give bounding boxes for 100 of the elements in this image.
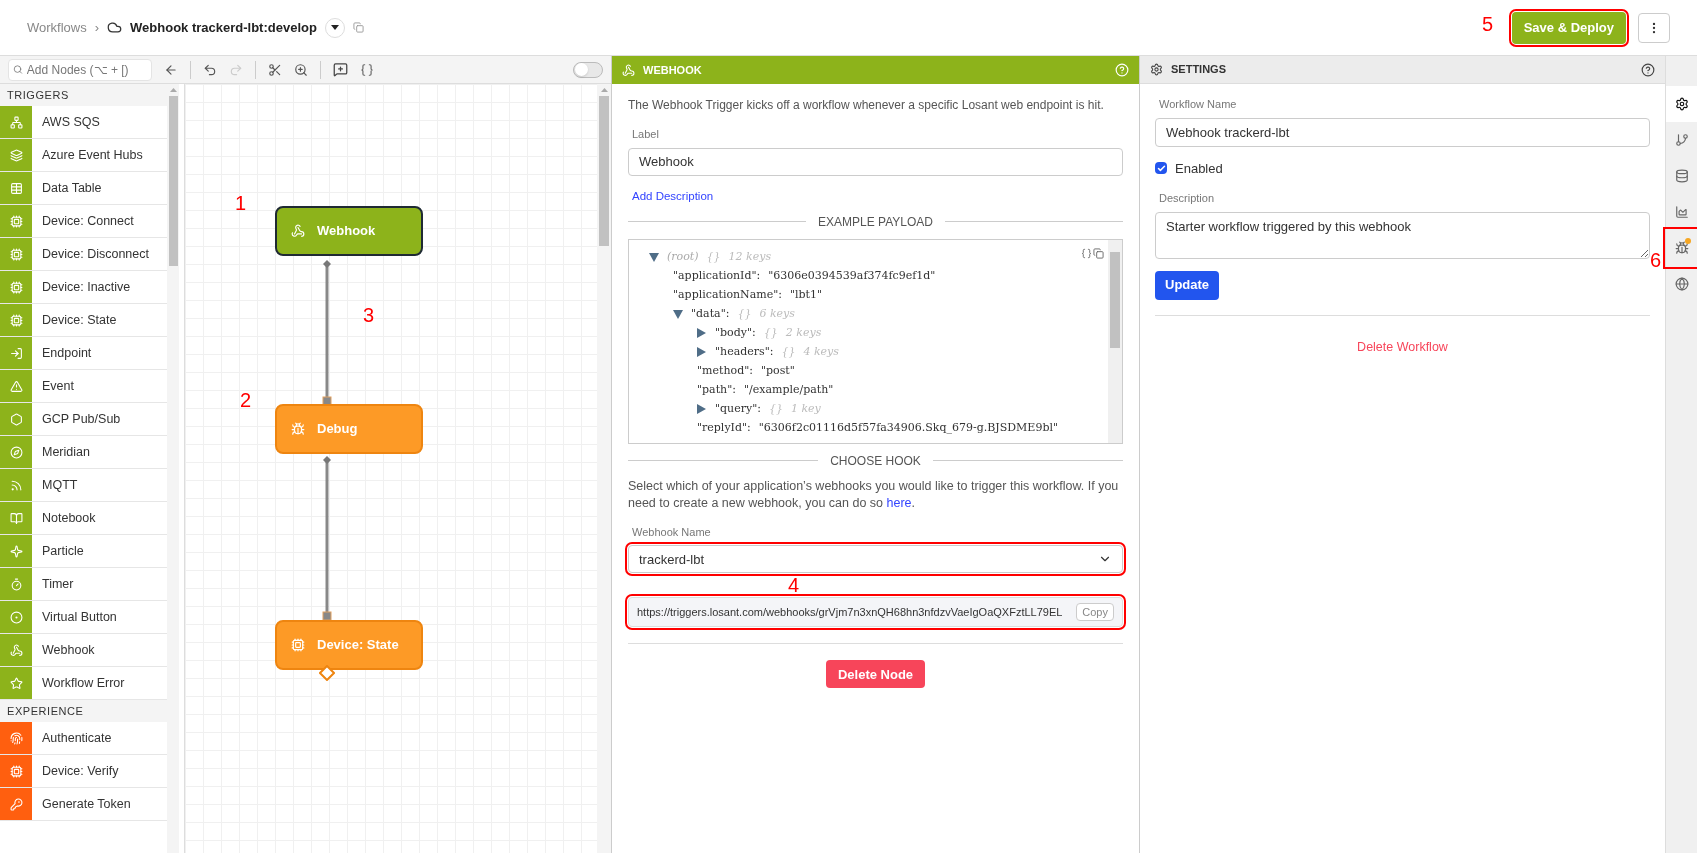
workflow-name-field[interactable]: Webhook trackerd-lbt [1155,117,1650,147]
breadcrumb-separator: › [94,18,100,37]
json-brace: {} [768,401,783,417]
webhook-icon [291,224,305,238]
canvas-scrollbar[interactable] [597,84,611,853]
search-icon [13,64,23,75]
collapsed-caret-icon[interactable] [697,404,707,415]
collapsed-caret-icon[interactable] [697,328,707,339]
collapsed-caret-icon[interactable] [697,347,707,358]
workflows-link[interactable]: Workflows [27,17,87,38]
braces-icon[interactable] [1081,247,1092,259]
palette-item[interactable]: Event [0,370,167,403]
scrollbar-thumb[interactable] [168,96,178,266]
add-comment-icon[interactable] [333,62,348,77]
json-value: "6306e0394539af374fc9ef1d" [768,268,936,284]
key-icon [9,797,23,811]
delete-workflow-link[interactable]: Delete Workflow [1357,337,1448,357]
network-icon [9,115,23,129]
palette-item[interactable]: Webhook [0,634,167,667]
palette-item[interactable]: Virtual Button [0,601,167,634]
expanded-caret-icon[interactable] [649,252,659,262]
webhook-icon [9,643,23,657]
description-field[interactable]: Starter workflow triggered by this webhook [1155,211,1650,259]
json-key: "data": [691,306,730,323]
palette-item[interactable]: Data Table [0,172,167,205]
palette-item[interactable]: Generate Token [0,788,167,821]
section-heading: EXAMPLE PAYLOAD [818,213,933,231]
hexagon-icon [9,412,23,426]
palette-item[interactable]: Azure Event Hubs [0,139,167,172]
webhook-name-select[interactable]: trackerd-lbt [628,545,1123,574]
collapse-arrow-icon[interactable] [164,62,178,77]
palette-item[interactable]: Device: State [0,304,167,337]
palette-scrollbar[interactable] [167,84,179,853]
palette-item[interactable]: Particle [0,535,167,568]
scrollbar-thumb[interactable] [1110,251,1120,348]
json-key-count: 2 keys [785,325,822,341]
update-button[interactable]: Update [1155,270,1220,300]
json-key: "headers": [715,344,774,361]
connector-line[interactable] [322,260,332,405]
json-brace: {} [763,325,778,341]
braces-icon[interactable] [360,62,374,77]
palette-item-label: Virtual Button [41,608,117,626]
scroll-up-icon[interactable] [169,88,177,92]
table-icon [9,181,23,195]
add-nodes-search-field[interactable]: Add Nodes (⌥ + [) [8,58,152,81]
json-key: "method": [697,363,753,380]
json-value: "6306f2c01116d5f57fa34906.Skq_679-g.BJSDME9bl" [758,420,1059,436]
node-panel-title: WEBHOOK [643,62,703,78]
here-link[interactable]: here [886,495,912,510]
field-label: Webhook Name [631,524,712,540]
star-icon [9,676,23,690]
palette-item[interactable]: Device: Disconnect [0,238,167,271]
section-heading: CHOOSE HOOK [830,452,921,470]
palette-heading: EXPERIENCE [0,700,167,722]
palette-item[interactable]: Workflow Error [0,667,167,700]
palette-item-label: Particle [41,542,84,560]
settings-icon [1674,97,1689,111]
copy-url-button[interactable]: Copy [1076,603,1114,622]
zoom-icon[interactable] [294,62,308,77]
scroll-up-icon[interactable] [600,88,608,92]
enabled-checkbox[interactable] [1155,162,1167,175]
label-input-field[interactable]: Webhook [628,147,1123,176]
palette-item-label: Notebook [41,509,96,527]
warning-icon [9,379,23,393]
output-port-icon[interactable] [319,665,335,681]
palette-item[interactable]: AWS SQS [0,106,167,139]
palette-item[interactable]: Endpoint [0,337,167,370]
palette-item[interactable]: Device: Inactive [0,271,167,304]
palette-item[interactable]: Timer [0,568,167,601]
copy-icon[interactable] [1093,247,1104,259]
palette-item[interactable]: Meridian [0,436,167,469]
json-value: "lbt1" [790,287,823,303]
timer-icon [9,577,23,591]
payload-scrollbar[interactable] [1108,239,1122,443]
delete-node-button[interactable]: Delete Node [825,660,926,689]
connector-line[interactable] [322,456,332,621]
copy-icon[interactable] [352,22,364,33]
palette-item[interactable]: Device: Connect [0,205,167,238]
expanded-caret-icon[interactable] [673,309,683,319]
scrollbar-thumb[interactable] [599,96,609,246]
bug-icon [1674,241,1689,255]
chip-icon [9,764,23,778]
palette-item[interactable]: MQTT [0,469,167,502]
undo-icon[interactable] [203,62,217,77]
annotation-number: 1 [235,193,247,213]
notification-badge [1685,238,1691,244]
login-icon [9,346,23,360]
palette-item[interactable]: Notebook [0,502,167,535]
side-tab[interactable] [1666,86,1697,122]
palette-item-label: Timer [41,575,74,593]
palette-item[interactable]: Device: Verify [0,755,167,788]
palette-item[interactable]: GCP Pub/Sub [0,403,167,436]
field-label: Label [631,127,660,142]
debug-toggle[interactable] [573,61,603,78]
help-icon[interactable] [1641,62,1655,77]
palette-item[interactable]: Authenticate [0,722,167,755]
palette-item-label: Device: Disconnect [41,245,149,263]
settings-title: SETTINGS [1171,62,1227,78]
add-description-link[interactable]: Add Description [628,187,1123,205]
scissors-icon[interactable] [268,62,282,77]
